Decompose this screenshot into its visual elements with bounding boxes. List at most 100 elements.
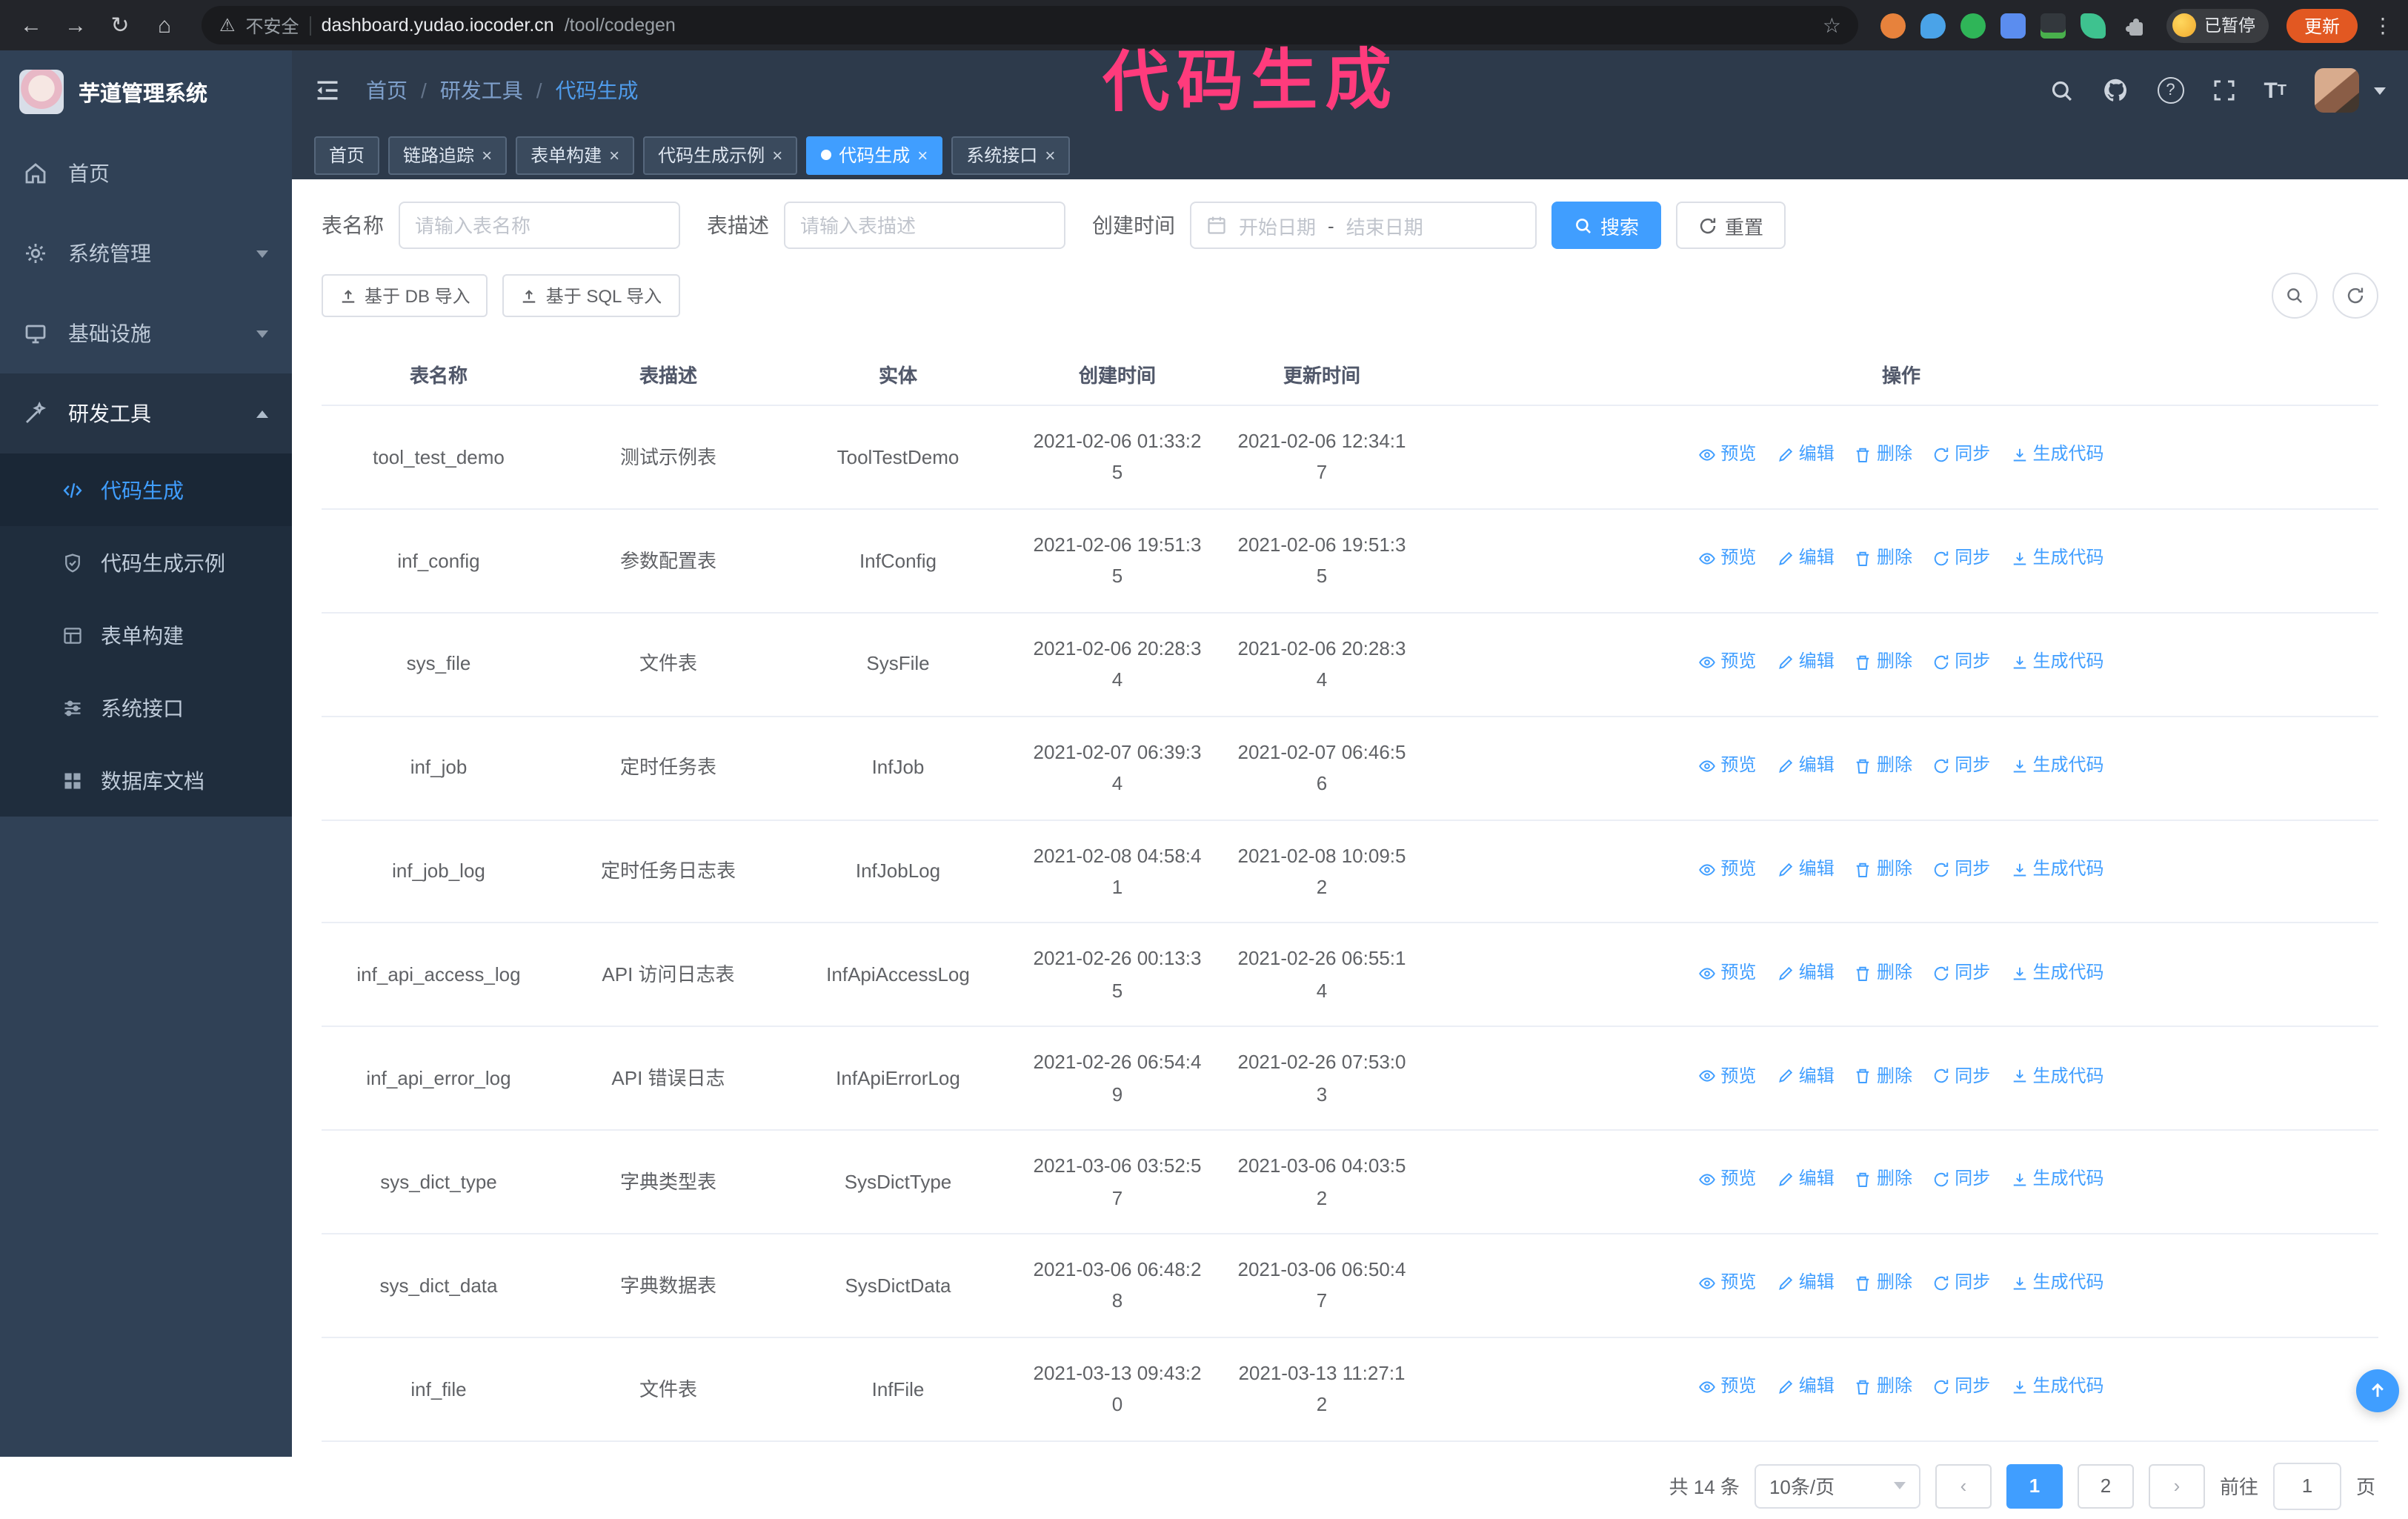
refresh-button[interactable] — [2332, 273, 2378, 319]
avatar[interactable] — [2315, 68, 2359, 113]
preview-link[interactable]: 预览 — [1698, 1062, 1756, 1091]
preview-link[interactable]: 预览 — [1698, 544, 1756, 574]
page-button-1[interactable]: 1 — [2006, 1463, 2063, 1509]
generate-code-link[interactable]: 生成代码 — [2011, 441, 2104, 471]
tab[interactable]: 系统接口 × — [951, 136, 1071, 174]
preview-link[interactable]: 预览 — [1698, 855, 1756, 885]
extension-icon-3[interactable] — [1960, 13, 1986, 38]
sync-link[interactable]: 同步 — [1932, 648, 1990, 677]
sidebar-item-infra[interactable]: 基础设施 — [0, 293, 292, 373]
table-desc-input[interactable] — [784, 202, 1065, 249]
hamburger-icon[interactable] — [314, 77, 341, 104]
reset-button[interactable]: 重置 — [1676, 202, 1786, 249]
browser-update-button[interactable]: 更新 — [2286, 8, 2358, 42]
import-db-button[interactable]: 基于 DB 导入 — [322, 274, 488, 317]
edit-link[interactable]: 编辑 — [1777, 1269, 1835, 1299]
search-icon[interactable] — [2049, 78, 2074, 103]
search-button[interactable]: 搜索 — [1551, 202, 1662, 249]
browser-menu-icon[interactable]: ⋮ — [2369, 13, 2396, 38]
tag-close-icon[interactable]: × — [917, 144, 928, 165]
tab[interactable]: 代码生成示例 × — [643, 136, 798, 174]
extension-icon-2[interactable] — [1920, 13, 1946, 38]
edit-link[interactable]: 编辑 — [1777, 544, 1835, 574]
edit-link[interactable]: 编辑 — [1777, 855, 1835, 885]
extension-icon-5[interactable] — [2041, 13, 2066, 38]
generate-code-link[interactable]: 生成代码 — [2011, 544, 2104, 574]
url-bar[interactable]: ⚠ 不安全 dashboard.yudao.iocoder.cn/tool/co… — [202, 6, 1859, 44]
generate-code-link[interactable]: 生成代码 — [2011, 1062, 2104, 1091]
delete-link[interactable]: 删除 — [1855, 544, 1912, 574]
page-button-2[interactable]: 2 — [2077, 1463, 2134, 1509]
sync-link[interactable]: 同步 — [1932, 1372, 1990, 1402]
sync-link[interactable]: 同步 — [1932, 751, 1990, 781]
edit-link[interactable]: 编辑 — [1777, 441, 1835, 471]
bookmark-star-icon[interactable]: ☆ — [1823, 13, 1841, 38]
sidebar-item-db-doc[interactable]: 数据库文档 — [0, 744, 292, 817]
generate-code-link[interactable]: 生成代码 — [2011, 958, 2104, 988]
page-size-select[interactable]: 10条/页 — [1754, 1463, 1920, 1509]
generate-code-link[interactable]: 生成代码 — [2011, 855, 2104, 885]
sync-link[interactable]: 同步 — [1932, 441, 1990, 471]
toggle-search-button[interactable] — [2272, 273, 2318, 319]
sync-link[interactable]: 同步 — [1932, 1166, 1990, 1195]
edit-link[interactable]: 编辑 — [1777, 648, 1835, 677]
tab[interactable]: 代码生成 × — [806, 136, 943, 174]
extension-icon-6[interactable] — [2081, 13, 2106, 38]
fullscreen-icon[interactable] — [2212, 79, 2235, 102]
generate-code-link[interactable]: 生成代码 — [2011, 1166, 2104, 1195]
sync-link[interactable]: 同步 — [1932, 855, 1990, 885]
github-icon[interactable] — [2102, 77, 2129, 104]
edit-link[interactable]: 编辑 — [1777, 1372, 1835, 1402]
generate-code-link[interactable]: 生成代码 — [2011, 648, 2104, 677]
backtop-button[interactable] — [2356, 1369, 2399, 1412]
generate-code-link[interactable]: 生成代码 — [2011, 1269, 2104, 1299]
profile-paused-badge[interactable]: 已暂停 — [2166, 8, 2269, 42]
sidebar-item-system-api[interactable]: 系统接口 — [0, 671, 292, 744]
edit-link[interactable]: 编辑 — [1777, 958, 1835, 988]
breadcrumb-devtools[interactable]: 研发工具 — [440, 76, 523, 105]
tab[interactable]: 链路追踪 × — [388, 136, 508, 174]
delete-link[interactable]: 删除 — [1855, 1062, 1912, 1091]
back-icon[interactable]: ← — [12, 6, 50, 44]
delete-link[interactable]: 删除 — [1855, 751, 1912, 781]
sidebar-item-codegen[interactable]: 代码生成 — [0, 453, 292, 526]
sidebar-item-form-builder[interactable]: 表单构建 — [0, 599, 292, 671]
extensions-puzzle-icon[interactable] — [2123, 13, 2146, 37]
preview-link[interactable]: 预览 — [1698, 1166, 1756, 1195]
delete-link[interactable]: 删除 — [1855, 441, 1912, 471]
tag-close-icon[interactable]: × — [772, 144, 782, 165]
delete-link[interactable]: 删除 — [1855, 855, 1912, 885]
sidebar-item-system[interactable]: 系统管理 — [0, 213, 292, 293]
tag-close-icon[interactable]: × — [482, 144, 492, 165]
edit-link[interactable]: 编辑 — [1777, 1166, 1835, 1195]
tag-close-icon[interactable]: × — [1045, 144, 1055, 165]
goto-page-input[interactable] — [2272, 1462, 2341, 1510]
home-icon[interactable]: ⌂ — [145, 6, 184, 44]
preview-link[interactable]: 预览 — [1698, 441, 1756, 471]
forward-icon[interactable]: → — [56, 6, 95, 44]
preview-link[interactable]: 预览 — [1698, 958, 1756, 988]
import-sql-button[interactable]: 基于 SQL 导入 — [502, 274, 680, 317]
generate-code-link[interactable]: 生成代码 — [2011, 751, 2104, 781]
generate-code-link[interactable]: 生成代码 — [2011, 1372, 2104, 1402]
breadcrumb-home[interactable]: 首页 — [366, 76, 408, 105]
sidebar-item-devtools[interactable]: 研发工具 — [0, 373, 292, 453]
avatar-caret-icon[interactable] — [2374, 87, 2386, 94]
preview-link[interactable]: 预览 — [1698, 751, 1756, 781]
delete-link[interactable]: 删除 — [1855, 1269, 1912, 1299]
tab[interactable]: 首页 × — [314, 136, 380, 174]
tag-close-icon[interactable]: × — [609, 144, 619, 165]
sidebar-item-codegen-example[interactable]: 代码生成示例 — [0, 526, 292, 599]
reload-icon[interactable]: ↻ — [101, 6, 139, 44]
edit-link[interactable]: 编辑 — [1777, 1062, 1835, 1091]
next-page-button[interactable]: › — [2148, 1463, 2205, 1509]
extension-icon-4[interactable] — [2000, 13, 2026, 38]
preview-link[interactable]: 预览 — [1698, 1269, 1756, 1299]
sync-link[interactable]: 同步 — [1932, 544, 1990, 574]
preview-link[interactable]: 预览 — [1698, 648, 1756, 677]
date-range-picker[interactable]: 开始日期 - 结束日期 — [1190, 202, 1537, 249]
delete-link[interactable]: 删除 — [1855, 1372, 1912, 1402]
sync-link[interactable]: 同步 — [1932, 1062, 1990, 1091]
sync-link[interactable]: 同步 — [1932, 1269, 1990, 1299]
prev-page-button[interactable]: ‹ — [1935, 1463, 1992, 1509]
